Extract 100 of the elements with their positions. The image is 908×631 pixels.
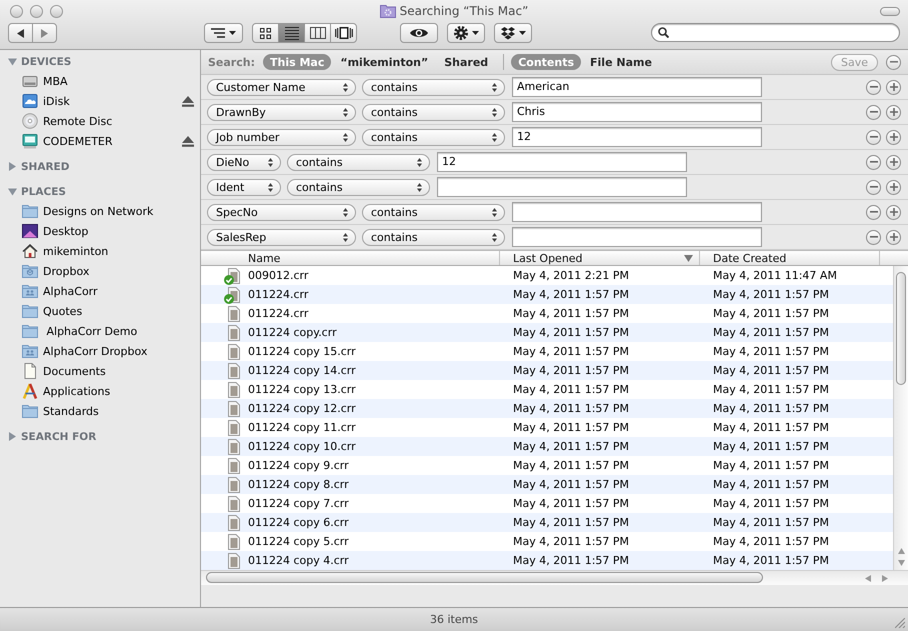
file-row[interactable]: 011224 copy 6.crr May 4, 2011 1:57 PM May 4, 2011 1:57 PM (201, 513, 893, 532)
disclosure-triangle-icon[interactable] (8, 57, 17, 66)
remove-button[interactable] (866, 204, 881, 220)
sidebar-item[interactable]: AlphaCorr Demo (0, 321, 200, 341)
view-button[interactable] (304, 23, 331, 43)
attribute-popup[interactable]: Ident (207, 178, 281, 196)
scope-button[interactable]: Shared (437, 54, 496, 70)
value-field[interactable]: American (512, 77, 762, 97)
attribute-popup[interactable]: DieNo (207, 154, 281, 170)
sidebar-item[interactable]: CODEMETER (0, 131, 200, 151)
sidebar-item[interactable]: Applications (0, 381, 200, 401)
sidebar-item[interactable]: Quotes (0, 301, 200, 321)
left-arrow-icon[interactable] (865, 574, 872, 582)
file-row[interactable]: 011224.crr May 4, 2011 1:57 PM May 4, 2011 1:57 PM (201, 285, 893, 304)
sidebar-item[interactable]: Designs on Network (0, 201, 200, 221)
file-icon (226, 362, 242, 378)
sidebar-item[interactable]: Desktop (0, 221, 200, 241)
attribute-popup[interactable]: SpecNo (207, 204, 356, 220)
add-button[interactable] (886, 230, 901, 244)
sidebar-item[interactable]: AlphaCorr Dropbox (0, 341, 200, 361)
match-button[interactable]: File Name (583, 54, 659, 70)
remove-button[interactable] (866, 104, 881, 120)
operator-popup[interactable]: contains (287, 154, 430, 170)
value-field[interactable]: Chris (512, 102, 762, 122)
attribute-popup[interactable]: Job number (207, 128, 356, 146)
eject-icon[interactable] (182, 96, 194, 106)
right-arrow-icon[interactable] (882, 574, 888, 582)
remove-button[interactable] (866, 130, 881, 144)
remove-button[interactable] (866, 80, 881, 94)
action-button[interactable] (447, 23, 485, 43)
operator-popup[interactable]: contains (362, 78, 505, 96)
value-field[interactable] (512, 227, 762, 247)
view-button[interactable] (252, 23, 279, 43)
attribute-popup[interactable]: SalesRep (207, 228, 356, 246)
sidebar-item[interactable]: Documents (0, 361, 200, 381)
add-button[interactable] (886, 180, 901, 194)
operator-popup[interactable]: contains (287, 178, 430, 196)
file-row[interactable]: 011224 copy.crr May 4, 2011 1:57 PM May 4, 2011 1:57 PM (201, 323, 893, 342)
remove-button[interactable] (866, 230, 881, 244)
value-field[interactable] (437, 177, 687, 197)
window-title: Searching “This Mac” (400, 4, 528, 18)
operator-popup[interactable]: contains (362, 204, 505, 220)
attribute-popup[interactable]: Customer Name (207, 78, 356, 96)
file-row[interactable]: 011224 copy 12.crr May 4, 2011 1:57 PM May 4, 2011 1:57 PM (201, 399, 893, 418)
down-arrow-icon[interactable] (898, 560, 904, 566)
sidebar-item[interactable]: AlphaCorr (0, 281, 200, 301)
file-icon (226, 324, 242, 340)
share-menu-button[interactable] (494, 23, 532, 43)
value-field[interactable]: 12 (512, 127, 762, 147)
sidebar-item[interactable]: MBA (0, 71, 200, 91)
column-header[interactable]: Name (201, 251, 500, 265)
sidebar-item[interactable]: Remote Disc (0, 111, 200, 131)
disclosure-triangle-icon[interactable] (8, 187, 17, 196)
file-row[interactable]: 011224 copy 4.crr May 4, 2011 1:57 PM May 4, 2011 1:57 PM (201, 551, 893, 570)
plus-icon (890, 158, 898, 166)
scope-button[interactable]: “mikeminton” (333, 54, 436, 70)
resize-grip-icon[interactable] (895, 618, 905, 628)
column-header[interactable]: Last Opened (500, 251, 700, 265)
value-field[interactable]: 12 (437, 152, 687, 172)
add-button[interactable] (886, 80, 901, 94)
file-row[interactable]: 011224 copy 10.crr May 4, 2011 1:57 PM May 4, 2011 1:57 PM (201, 437, 893, 456)
toolbar-toggle-button[interactable] (880, 6, 900, 16)
add-button[interactable] (886, 204, 901, 220)
arrange-button[interactable] (204, 23, 243, 43)
created-date: May 4, 2011 1:57 PM (712, 535, 830, 548)
search-field[interactable] (651, 23, 900, 42)
operator-popup[interactable]: contains (362, 104, 505, 120)
add-button[interactable] (886, 130, 901, 144)
disclosure-triangle-icon[interactable] (8, 432, 17, 441)
remove-button[interactable] (866, 180, 881, 194)
operator-popup[interactable]: contains (362, 228, 505, 246)
section-header[interactable]: DEVICES (0, 52, 200, 71)
view-button[interactable] (330, 23, 357, 43)
created-date: May 4, 2011 1:57 PM (712, 459, 830, 472)
up-arrow-icon[interactable] (898, 548, 904, 554)
section-header[interactable]: PLACES (0, 182, 200, 201)
section-header[interactable]: SEARCH FOR (0, 427, 200, 446)
vertical-scrollbar[interactable] (893, 266, 908, 570)
attribute-popup[interactable]: DrawnBy (207, 104, 356, 120)
sidebar-item[interactable]: Standards (0, 401, 200, 421)
add-button[interactable] (886, 104, 901, 120)
disclosure-triangle-icon[interactable] (8, 162, 17, 171)
view-button[interactable] (278, 23, 305, 43)
operator-popup[interactable]: contains (362, 128, 505, 146)
back-button[interactable] (8, 23, 33, 43)
value-field[interactable] (512, 202, 762, 222)
sidebar-item[interactable]: iDisk (0, 91, 200, 111)
scroll-thumb[interactable] (896, 272, 906, 385)
sidebar-item[interactable]: Dropbox (0, 261, 200, 281)
file-row[interactable]: 011224 copy 8.crr May 4, 2011 1:57 PM May 4, 2011 1:57 PM (201, 475, 893, 494)
eject-icon[interactable] (182, 136, 194, 146)
quick-look-button[interactable] (400, 23, 438, 43)
add-button[interactable] (886, 154, 901, 170)
column-header[interactable]: Date Created (700, 251, 880, 265)
remove-button[interactable] (866, 154, 881, 170)
file-row[interactable]: 011224 copy 14.crr May 4, 2011 1:57 PM May 4, 2011 1:57 PM (201, 361, 893, 380)
scroll-thumb[interactable] (206, 572, 763, 583)
sidebar-item[interactable]: mikeminton (0, 241, 200, 261)
remove-button[interactable] (886, 54, 901, 70)
section-header[interactable]: SHARED (0, 157, 200, 176)
